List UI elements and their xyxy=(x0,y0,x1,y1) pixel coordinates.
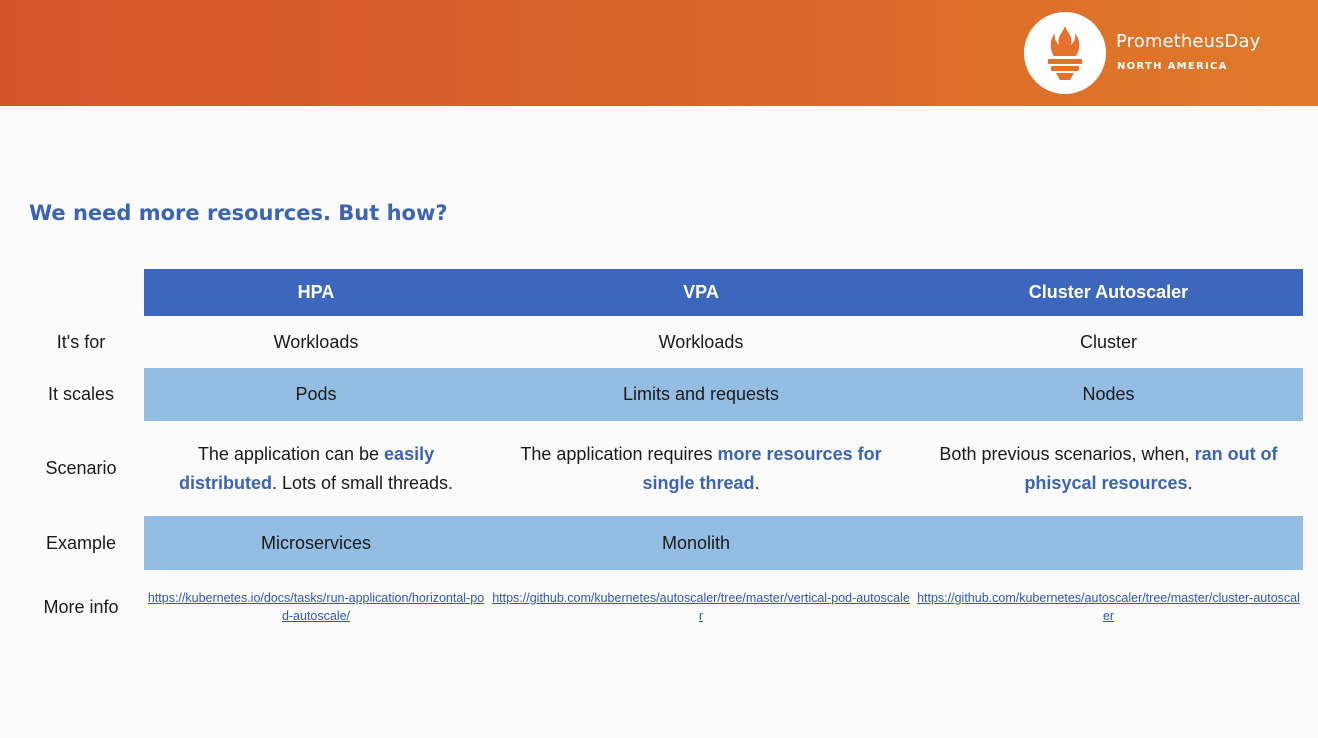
brand-region: NORTH AMERICA xyxy=(1117,61,1228,72)
cell-cluster-autoscaler xyxy=(914,516,1303,570)
table-row-more-info: More info https://kubernetes.io/docs/tas… xyxy=(18,570,1303,644)
cell-cluster-autoscaler: Both previous scenarios, when, ran out o… xyxy=(914,421,1303,516)
cell-cluster-autoscaler: Cluster xyxy=(1079,331,1137,352)
scenario-text-post: . Lots of small threads. xyxy=(271,472,454,493)
scenario-text: Both previous scenarios, when, ran out o… xyxy=(914,440,1303,498)
cell-vpa: The application requires more resources … xyxy=(488,421,914,516)
scenario-text-pre: Both previous scenarios, when, xyxy=(939,443,1195,464)
cell-vpa: Monolith xyxy=(488,516,914,570)
cell-hpa: https://kubernetes.io/docs/tasks/run-app… xyxy=(144,570,488,644)
row-label: It's for xyxy=(56,331,106,352)
cell-hpa: Pods xyxy=(144,368,488,421)
prometheus-logo xyxy=(1024,12,1106,94)
column-header-vpa: VPA xyxy=(488,269,914,316)
cell-vpa: Workloads xyxy=(658,331,744,352)
vpa-docs-link[interactable]: https://github.com/kubernetes/autoscaler… xyxy=(488,589,914,625)
comparison-table: HPA VPA Cluster Autoscaler It's for Work… xyxy=(18,269,1303,644)
column-header-hpa: HPA xyxy=(144,269,488,316)
cell-hpa: Microservices xyxy=(144,516,488,570)
row-label: Scenario xyxy=(45,458,117,478)
brand-name: PrometheusDay xyxy=(1116,31,1261,52)
hpa-docs-link[interactable]: https://kubernetes.io/docs/tasks/run-app… xyxy=(144,589,488,625)
slide-title: We need more resources. But how? xyxy=(29,201,448,225)
scenario-text-pre: The application requires xyxy=(520,443,718,464)
table-row-example: Example Microservices Monolith xyxy=(18,516,1303,570)
cluster-autoscaler-docs-link[interactable]: https://github.com/kubernetes/autoscaler… xyxy=(914,589,1303,625)
row-label: It scales xyxy=(47,384,115,404)
row-label: Example xyxy=(45,532,117,553)
scenario-text-pre: The application can be xyxy=(197,443,385,464)
header-banner: PrometheusDay NORTH AMERICA xyxy=(0,0,1318,106)
cell-hpa: The application can be easily distribute… xyxy=(144,421,488,516)
scenario-text-post: . xyxy=(1187,472,1193,493)
table-row-scenario: Scenario The application can be easily d… xyxy=(18,421,1303,516)
header-empty-cell xyxy=(18,269,144,316)
torch-flame-icon xyxy=(1048,26,1082,80)
table-row-its-for: It's for Workloads Workloads Cluster xyxy=(18,316,1303,368)
cell-vpa: Limits and requests xyxy=(488,368,914,421)
scenario-text-post: . xyxy=(754,472,760,493)
table-row-it-scales: It scales Pods Limits and requests Nodes xyxy=(18,368,1303,421)
row-label: More info xyxy=(43,596,119,617)
cell-hpa: Workloads xyxy=(273,331,359,352)
cell-cluster-autoscaler: https://github.com/kubernetes/autoscaler… xyxy=(914,570,1303,644)
column-header-cluster-autoscaler: Cluster Autoscaler xyxy=(914,269,1303,316)
table-header-row: HPA VPA Cluster Autoscaler xyxy=(18,269,1303,316)
scenario-text: The application can be easily distribute… xyxy=(144,440,488,498)
cell-cluster-autoscaler: Nodes xyxy=(914,368,1303,421)
scenario-text: The application requires more resources … xyxy=(488,440,914,498)
cell-vpa: https://github.com/kubernetes/autoscaler… xyxy=(488,570,914,644)
